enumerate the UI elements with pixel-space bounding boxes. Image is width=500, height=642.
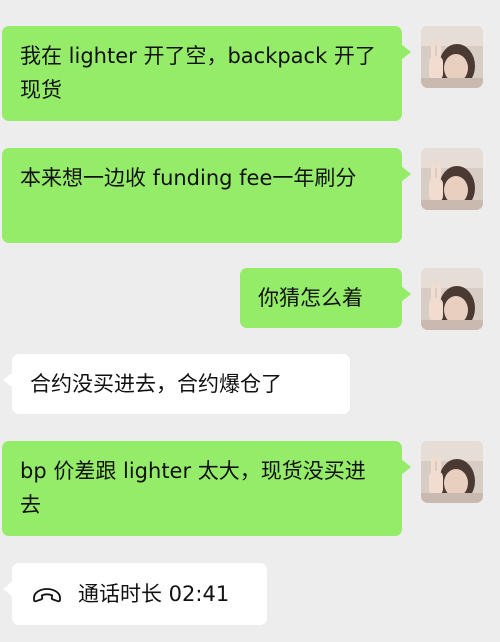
phone-hangup-icon bbox=[30, 583, 64, 605]
avatar-photo bbox=[421, 441, 483, 503]
message-bubble-incoming[interactable]: 合约没买进去，合约爆仓了 bbox=[3, 354, 350, 414]
contact-avatar[interactable] bbox=[421, 148, 483, 210]
contact-avatar[interactable] bbox=[421, 441, 483, 503]
message-bubble-outgoing[interactable]: 你猜怎么着 bbox=[240, 268, 411, 328]
message-text: bp 价差跟 lighter 太大，现货没买进去 bbox=[20, 459, 366, 517]
message-text: 我在 lighter 开了空，backpack 开了现货 bbox=[20, 44, 376, 102]
message-text: 你猜怎么着 bbox=[258, 286, 363, 310]
call-duration-text: 通话时长 02:41 bbox=[78, 582, 230, 606]
message-text: 本来想一边收 funding fee一年刷分 bbox=[20, 166, 357, 190]
contact-avatar[interactable] bbox=[421, 268, 483, 330]
message-bubble-outgoing[interactable]: 我在 lighter 开了空，backpack 开了现货 bbox=[2, 26, 411, 121]
message-bubble-outgoing[interactable]: 本来想一边收 funding fee一年刷分 bbox=[2, 148, 411, 243]
avatar-photo bbox=[421, 148, 483, 210]
message-bubble-outgoing[interactable]: bp 价差跟 lighter 太大，现货没买进去 bbox=[2, 441, 411, 536]
call-record-bubble[interactable]: 通话时长 02:41 bbox=[3, 563, 267, 625]
message-text: 合约没买进去，合约爆仓了 bbox=[30, 372, 282, 396]
call-record-row: 通话时长 02:41 bbox=[30, 563, 251, 625]
avatar-photo bbox=[421, 26, 483, 88]
contact-avatar[interactable] bbox=[421, 26, 483, 88]
avatar-photo bbox=[421, 268, 483, 330]
